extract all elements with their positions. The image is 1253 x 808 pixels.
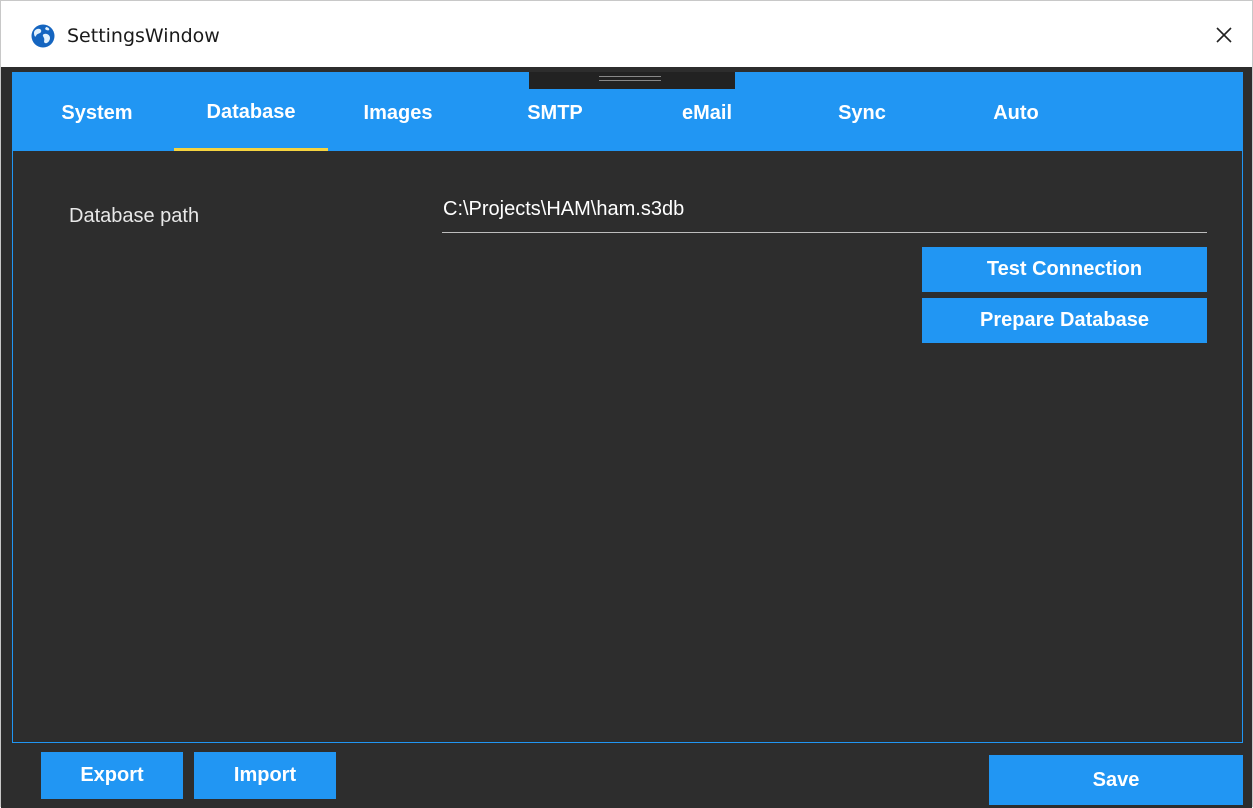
tab-system[interactable]: System bbox=[52, 72, 142, 151]
database-panel: Database path Test Connection Prepare Da… bbox=[12, 151, 1243, 743]
prepare-database-button[interactable]: Prepare Database bbox=[922, 298, 1207, 343]
export-button[interactable]: Export bbox=[41, 752, 183, 799]
grip-lines-icon bbox=[599, 76, 661, 81]
database-path-input[interactable] bbox=[442, 193, 1207, 233]
window-title: SettingsWindow bbox=[67, 25, 220, 47]
tab-database[interactable]: Database bbox=[174, 72, 328, 151]
tab-smtp[interactable]: SMTP bbox=[513, 72, 597, 151]
tab-bar: System Database Images SMTP eMail Sync A… bbox=[12, 72, 1243, 151]
settings-window: SettingsWindow System Database Images SM… bbox=[0, 0, 1253, 808]
tab-images[interactable]: Images bbox=[348, 72, 448, 151]
import-button[interactable]: Import bbox=[194, 752, 336, 799]
tab-sync[interactable]: Sync bbox=[824, 72, 900, 151]
window-frame: System Database Images SMTP eMail Sync A… bbox=[1, 67, 1252, 808]
database-path-label: Database path bbox=[69, 205, 200, 227]
title-bar: SettingsWindow bbox=[1, 1, 1252, 67]
test-connection-button[interactable]: Test Connection bbox=[922, 247, 1207, 292]
tab-email[interactable]: eMail bbox=[667, 72, 747, 151]
close-icon[interactable] bbox=[1210, 21, 1238, 49]
save-button[interactable]: Save bbox=[989, 755, 1243, 805]
tab-auto[interactable]: Auto bbox=[981, 72, 1051, 151]
globe-icon bbox=[31, 24, 55, 48]
